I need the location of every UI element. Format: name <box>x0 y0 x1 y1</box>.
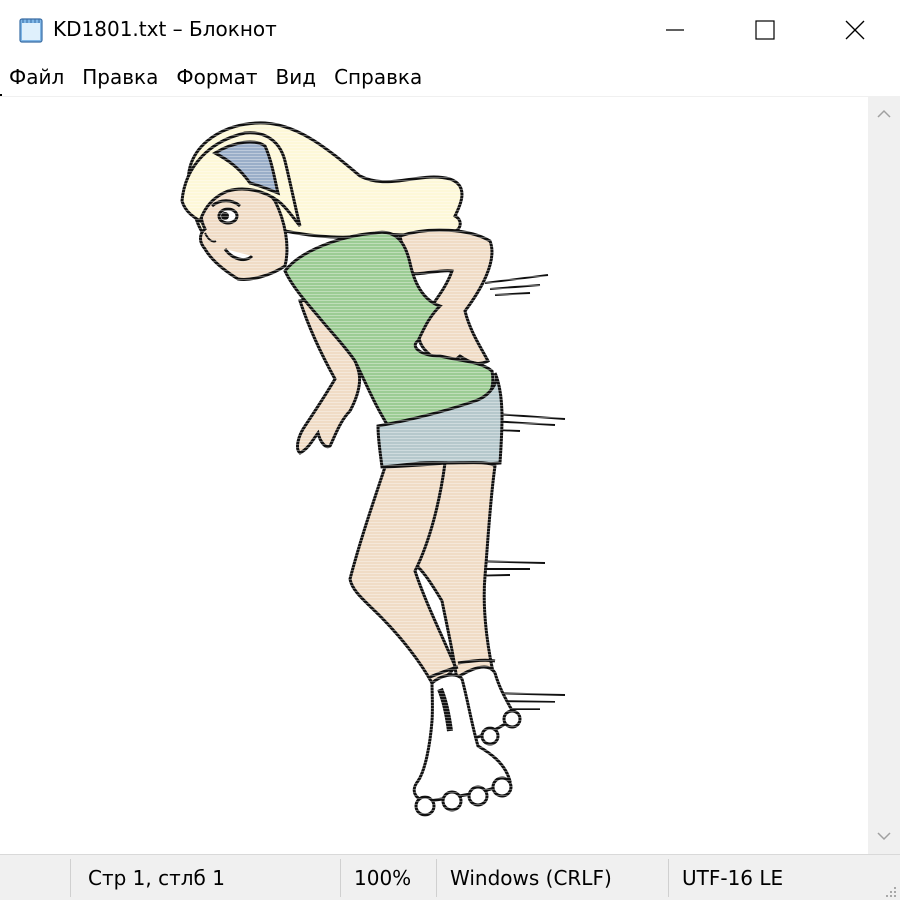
status-bar: Стр 1, стлб 1 100% Windows (CRLF) UTF-16… <box>0 854 900 900</box>
status-separator <box>668 859 669 897</box>
menu-file[interactable]: Файл <box>0 60 73 94</box>
text-editor-area[interactable] <box>0 96 868 855</box>
minimize-button[interactable] <box>630 0 720 60</box>
minimize-icon <box>666 29 684 31</box>
chevron-up-icon <box>877 109 891 118</box>
close-icon <box>845 20 865 40</box>
status-zoom: 100% <box>354 866 412 890</box>
status-cursor-position: Стр 1, стлб 1 <box>88 866 225 890</box>
status-separator <box>70 859 71 897</box>
status-separator <box>340 859 341 897</box>
title-bar[interactable]: KD1801.txt – Блокнот <box>0 0 900 60</box>
chevron-down-icon <box>877 832 891 841</box>
scroll-down-button[interactable] <box>868 820 900 852</box>
vertical-scrollbar[interactable] <box>868 96 900 854</box>
notepad-window: KD1801.txt – Блокнот Файл Правка Формат … <box>0 0 900 900</box>
close-button[interactable] <box>810 0 900 60</box>
status-separator <box>436 859 437 897</box>
ascii-art-rollerblade-girl <box>170 111 590 821</box>
maximize-icon <box>755 20 775 40</box>
menu-bar: Файл Правка Формат Вид Справка <box>0 60 900 94</box>
notepad-app-icon <box>19 18 43 43</box>
menu-format[interactable]: Формат <box>167 60 266 94</box>
menu-edit[interactable]: Правка <box>73 60 167 94</box>
window-title: KD1801.txt – Блокнот <box>53 17 277 41</box>
scroll-up-button[interactable] <box>868 98 900 130</box>
maximize-button[interactable] <box>720 0 810 60</box>
status-line-endings: Windows (CRLF) <box>450 866 612 890</box>
status-encoding: UTF-16 LE <box>682 866 784 890</box>
menu-view[interactable]: Вид <box>267 60 326 94</box>
menu-help[interactable]: Справка <box>325 60 431 94</box>
resize-grip-icon[interactable] <box>882 883 898 899</box>
